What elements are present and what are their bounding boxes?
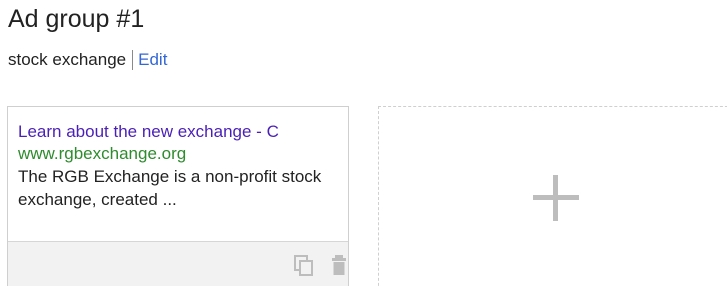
ad-card-footer [8, 241, 348, 286]
keyword-text: stock exchange [8, 50, 127, 69]
ad-group-title: Ad group #1 [8, 5, 145, 33]
add-ad-button[interactable] [378, 106, 727, 286]
plus-icon [531, 173, 581, 223]
separator [132, 50, 134, 70]
copy-icon[interactable] [293, 254, 315, 276]
ad-display-url: www.rgbexchange.org [18, 144, 187, 163]
trash-icon[interactable] [329, 254, 348, 276]
ad-description: The RGB Exchange is a non-profit stock e… [18, 167, 322, 209]
ad-preview: Learn about the new exchange - C www.rgb… [18, 121, 344, 211]
keyword-row: stock exchange Edit [8, 48, 167, 72]
ad-headline[interactable]: Learn about the new exchange - C [18, 121, 344, 143]
edit-link[interactable]: Edit [138, 48, 167, 72]
ad-card[interactable]: Learn about the new exchange - C www.rgb… [7, 106, 349, 286]
ad-group-page: Ad group #1 stock exchange Edit Learn ab… [0, 0, 727, 286]
